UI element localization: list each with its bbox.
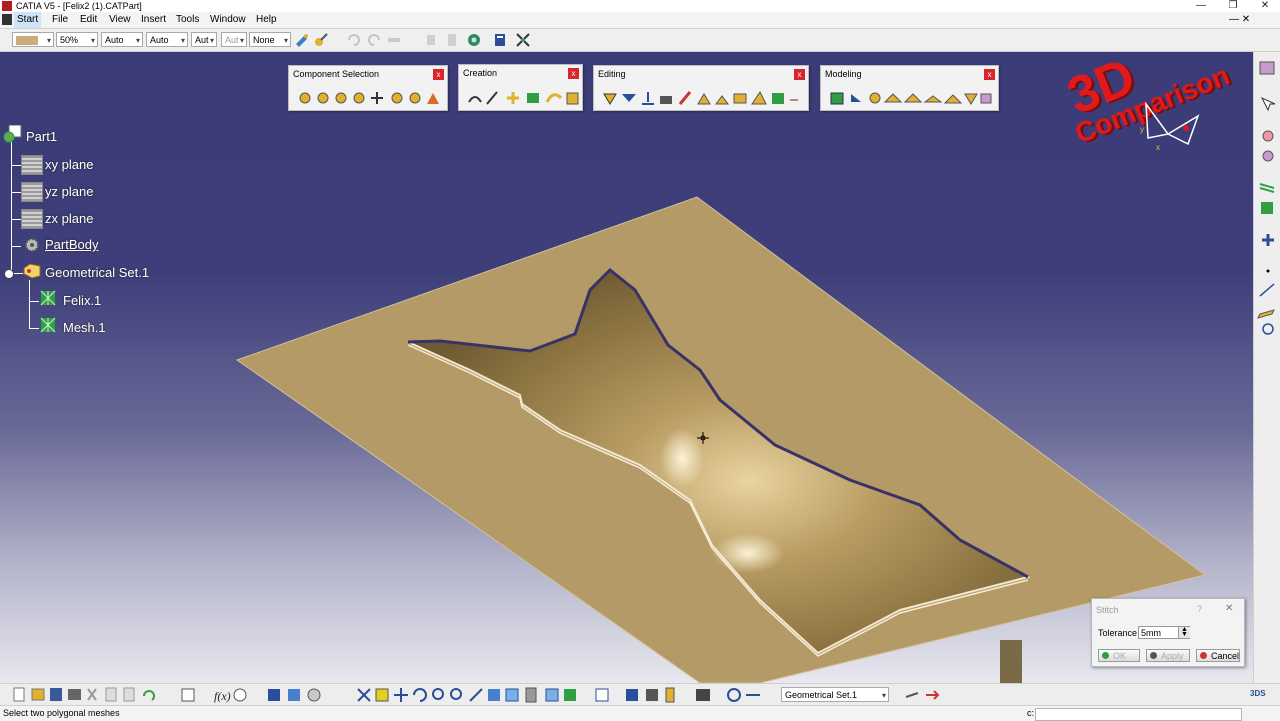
cancel-button[interactable]: Cancel [1196, 649, 1240, 662]
status-message: Select two polygonal meshes [3, 708, 120, 718]
tree-geometrical-set[interactable]: Geometrical Set.1 [45, 263, 149, 283]
measure-icon[interactable] [492, 32, 508, 48]
tolerance-label: Tolerance : [1098, 628, 1143, 638]
collapse-toggle[interactable] [4, 269, 14, 279]
title-bar: CATIA V5 - [Felix2 (1).CATPart] — ❐ ✕ [0, 0, 1280, 12]
creation-tools-icons[interactable] [467, 90, 579, 106]
paste-disabled-icon [448, 34, 456, 46]
tree-felix[interactable]: Felix.1 [63, 291, 101, 311]
catia-app-icon[interactable] [2, 1, 12, 11]
svg-text:f(x): f(x) [214, 689, 231, 703]
copy-disabled-icon [427, 35, 435, 45]
tolerance-spinner[interactable]: ▲ ▼ [1178, 626, 1190, 638]
document-icon[interactable] [2, 14, 12, 25]
status-bar: Select two polygonal meshes c: [0, 705, 1280, 721]
tree-mesh[interactable]: Mesh.1 [63, 318, 106, 338]
minimize-button[interactable]: — [1190, 0, 1212, 12]
plane-icon [21, 155, 43, 175]
tree-part1[interactable]: Part1 [26, 127, 57, 147]
selection-tools-icons[interactable] [297, 90, 441, 106]
creation-toolbar: Creation x [458, 64, 583, 111]
mesh-geometry[interactable] [0, 52, 1253, 683]
tree-yz-plane[interactable]: yz plane [45, 182, 93, 202]
geometrical-set-icon [23, 263, 41, 279]
modeling-toolbar: Modeling x [820, 65, 999, 111]
point-symbol-combo[interactable]: Aut ▾ [191, 32, 217, 47]
menu-tools[interactable]: Tools [173, 12, 202, 28]
transparency-combo[interactable]: 50% ▾ [56, 32, 98, 47]
graphic-properties-toolbar: ▾ 50% ▾ Auto ▾ Auto ▾ Aut ▾ Aut ▾ None ▾ [0, 29, 1280, 52]
restore-button[interactable]: ❐ [1222, 0, 1244, 12]
tree-xy-plane[interactable]: xy plane [45, 155, 93, 175]
undo-disabled-icon [348, 34, 360, 46]
catia-logo: 3DS [1250, 689, 1266, 698]
workbench-icon[interactable] [466, 32, 482, 48]
3d-viewport[interactable]: Part1 xy plane yz plane zx plane PartBod… [0, 52, 1253, 683]
layer-combo[interactable]: None ▾ [249, 32, 291, 47]
toolbar-close-button[interactable]: x [984, 69, 995, 80]
toolbar-title: Creation [463, 68, 498, 78]
toolbar-title: Component Selection [293, 69, 380, 79]
bottom-toolbar: f(x) Geometrical Set.1 ▾ 3DS [0, 683, 1280, 706]
toolbar-close-button[interactable]: x [568, 68, 579, 79]
command-prompt-label: c: [1027, 708, 1035, 718]
analysis-icon[interactable] [515, 32, 531, 48]
toolbar-title: Modeling [825, 69, 862, 79]
editing-toolbar: Editing x [593, 65, 809, 111]
dialog-close-button[interactable]: ✕ [1225, 603, 1233, 614]
toolbar-close-button[interactable]: x [794, 69, 805, 80]
modeling-tools-icons[interactable] [829, 90, 993, 106]
painter-icon[interactable] [294, 32, 310, 48]
plane-icon [21, 209, 43, 229]
line-weight-combo[interactable]: Auto ▾ [101, 32, 143, 47]
standard-tools-icons[interactable]: f(x) [0, 684, 760, 706]
menu-window[interactable]: Window [207, 12, 249, 28]
menu-view[interactable]: View [106, 12, 134, 28]
tree-partbody[interactable]: PartBody [45, 235, 98, 255]
plane-icon [21, 182, 43, 202]
compass-icon[interactable]: y x [1128, 94, 1208, 152]
component-selection-toolbar: Component Selection x [288, 65, 448, 111]
tree-zx-plane[interactable]: zx plane [45, 209, 93, 229]
right-tools-icons[interactable] [1254, 52, 1280, 352]
stitch-dialog: Stitch ? ✕ Tolerance : 5mm ▲ ▼ OK Apply C… [1091, 598, 1245, 667]
rendering-style-combo: Aut ▾ [221, 32, 247, 47]
material-icon[interactable] [313, 32, 329, 48]
link-disabled-icon [388, 38, 400, 42]
toolbar-close-button[interactable]: x [433, 69, 444, 80]
current-set-combo[interactable]: Geometrical Set.1 ▾ [781, 687, 889, 702]
apply-button[interactable]: Apply [1146, 649, 1190, 662]
menu-file[interactable]: File [49, 12, 71, 28]
right-toolbar [1253, 52, 1280, 683]
partbody-gear-icon [25, 238, 39, 252]
editing-tools-icons[interactable] [602, 90, 802, 106]
toolbar-title: Editing [598, 69, 626, 79]
menu-edit[interactable]: Edit [77, 12, 100, 28]
insert-object-icon[interactable] [904, 687, 920, 703]
menu-start[interactable]: Start [14, 12, 42, 28]
ok-button[interactable]: OK [1098, 649, 1140, 662]
mesh-icon [40, 290, 56, 306]
dialog-title: Stitch [1096, 605, 1119, 615]
svg-text:y: y [1140, 125, 1144, 134]
color-combo[interactable]: ▾ [12, 32, 54, 47]
window-title: CATIA V5 - [Felix2 (1).CATPart] [16, 1, 142, 11]
menu-insert[interactable]: Insert [138, 12, 169, 28]
change-object-icon[interactable] [924, 687, 940, 703]
menu-bar: Start File Edit View Insert Tools Window… [0, 12, 1280, 29]
svg-text:x: x [1156, 143, 1160, 152]
command-input[interactable] [1035, 708, 1242, 721]
line-type-combo[interactable]: Auto ▾ [146, 32, 188, 47]
close-button[interactable]: ✕ [1254, 0, 1276, 12]
menu-help[interactable]: Help [253, 12, 280, 28]
redo-disabled-icon [368, 34, 380, 46]
mesh-icon [40, 317, 56, 333]
help-button[interactable]: ? [1197, 604, 1202, 614]
part-icon[interactable] [3, 125, 23, 143]
